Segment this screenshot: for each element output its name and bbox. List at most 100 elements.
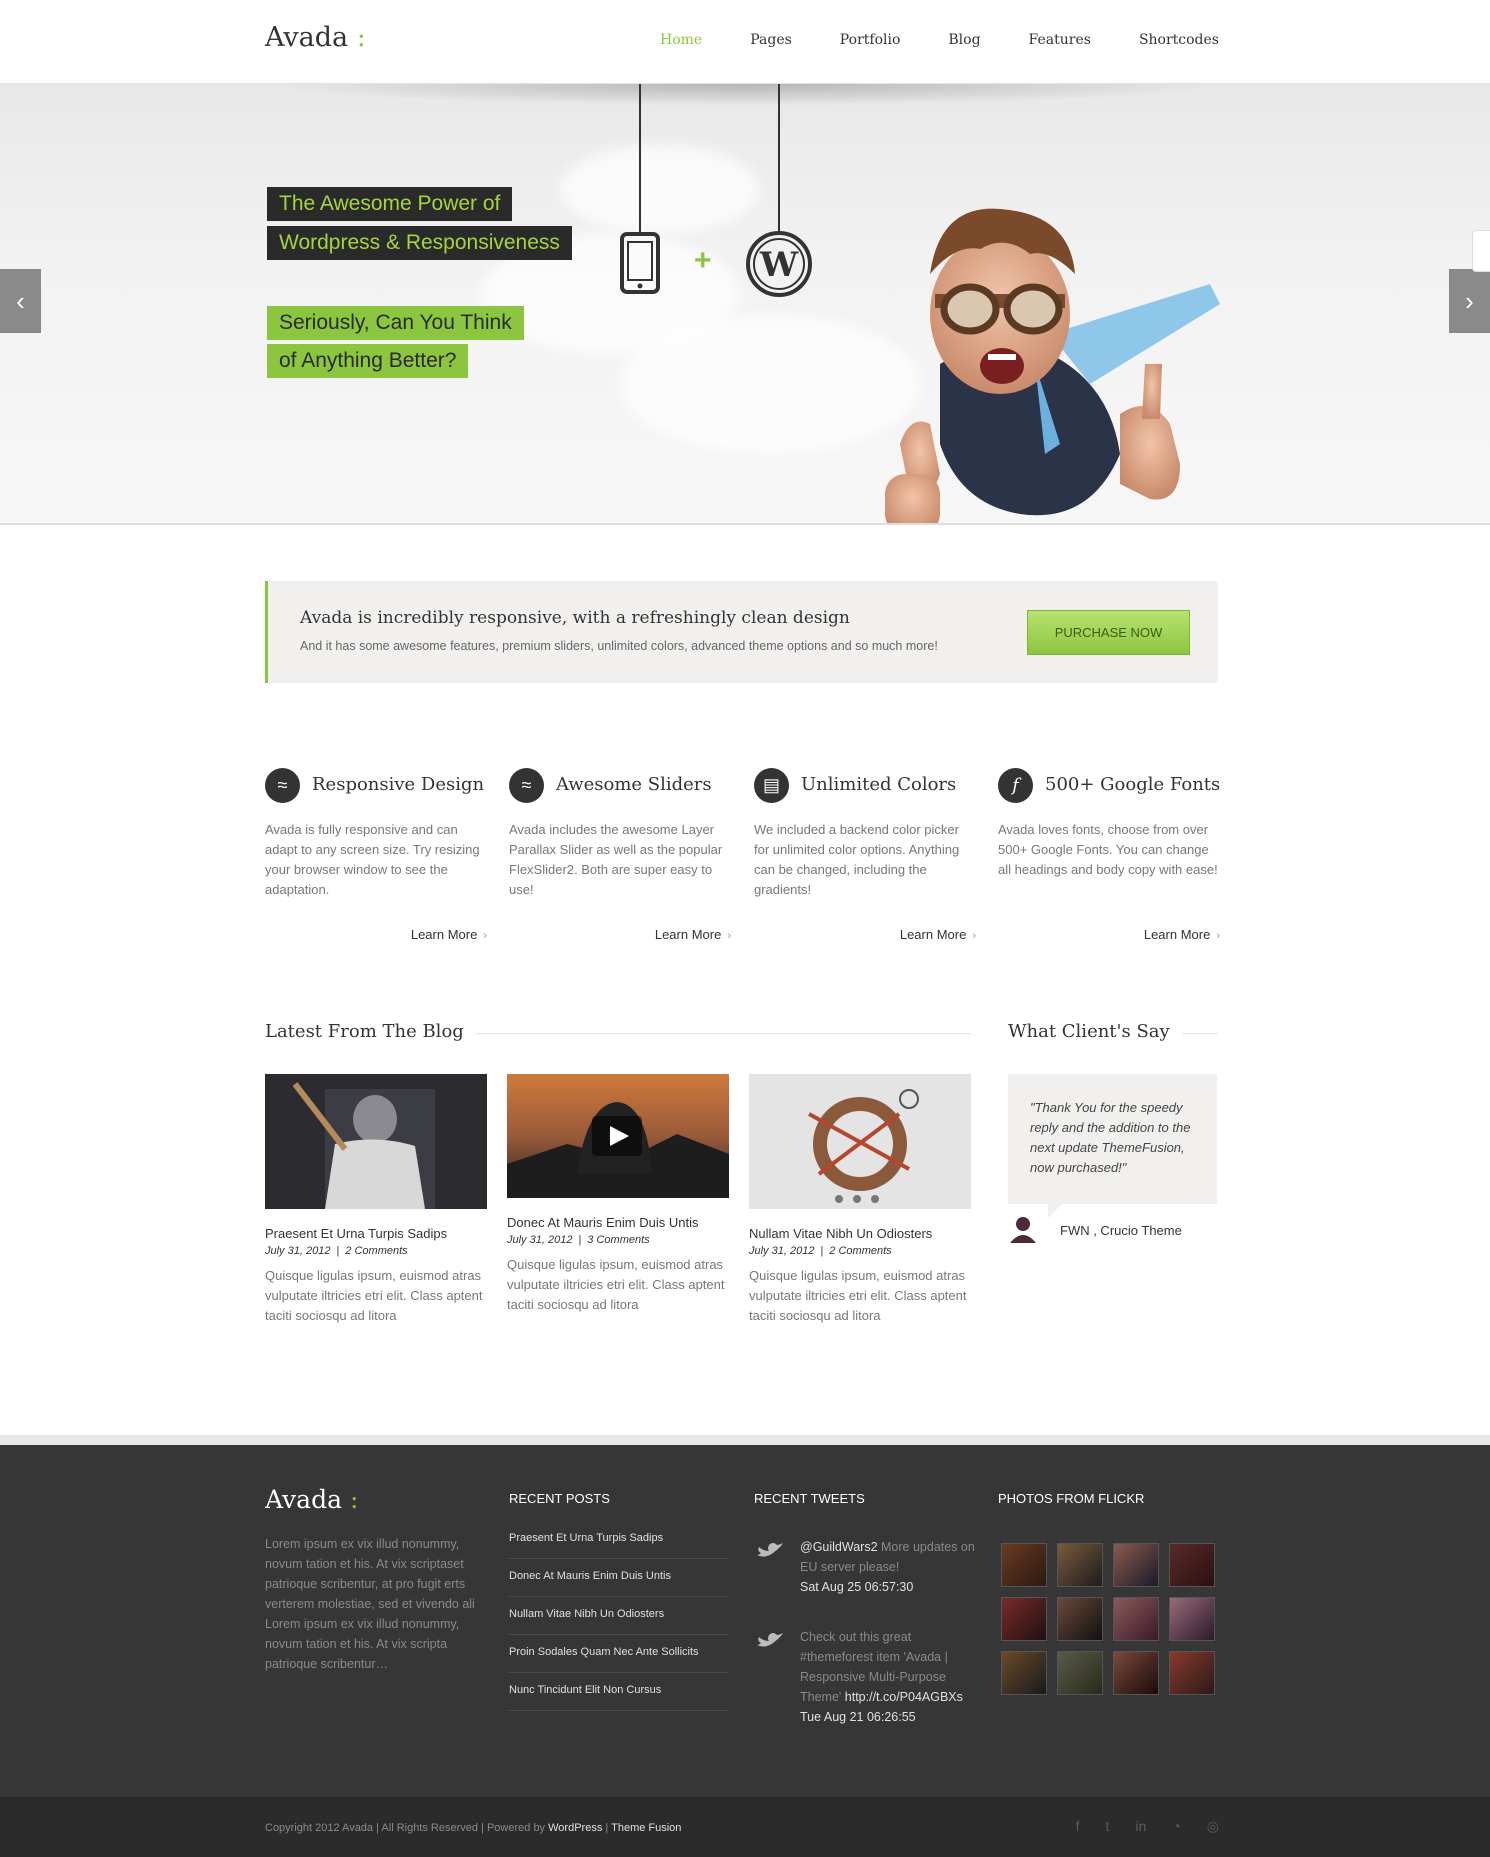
- promo-callout: Avada is incredibly responsive, with a r…: [265, 581, 1218, 683]
- dribbble-icon[interactable]: ◎: [1207, 1818, 1219, 1835]
- feature-text: Avada is fully responsive and can adapt …: [265, 822, 480, 897]
- tweet-time[interactable]: Sat Aug 25 06:57:30: [800, 1580, 913, 1594]
- post-meta: July 31, 2012 | 3 Comments: [507, 1234, 729, 1246]
- flickr-photo[interactable]: [1113, 1597, 1159, 1641]
- feature-title: Unlimited Colors: [801, 774, 957, 795]
- flickr-photo[interactable]: [1057, 1651, 1103, 1695]
- tweet-link[interactable]: http://t.co/P04AGBXs: [845, 1690, 963, 1704]
- learn-more-link[interactable]: Learn More ›: [1144, 927, 1220, 942]
- post-title[interactable]: Praesent Et Urna Turpis Sadips: [265, 1226, 487, 1241]
- cloud: [560, 144, 760, 234]
- flickr-photo[interactable]: [1001, 1597, 1047, 1641]
- post-video-thumbnail[interactable]: [507, 1074, 729, 1198]
- meta-separator: |: [336, 1245, 340, 1257]
- feature-title: Responsive Design: [312, 774, 485, 795]
- footer-about: Lorem ipsum ex vix illud nonummy, novum …: [265, 1537, 475, 1671]
- header-shadow: [265, 84, 1225, 106]
- feature-text: Avada loves fonts, choose from over 500+…: [998, 822, 1218, 877]
- tweet-text: Check out this great #themeforest item '…: [800, 1627, 980, 1727]
- post-comments[interactable]: 2 Comments: [345, 1245, 407, 1257]
- copyright-bar: Copyright 2012 Avada | All Rights Reserv…: [0, 1797, 1490, 1857]
- nav-shortcodes[interactable]: Shortcodes: [1139, 32, 1219, 48]
- slider-next-button[interactable]: ›: [1449, 269, 1490, 333]
- feature-text: Avada includes the awesome Layer Paralla…: [509, 822, 723, 897]
- flickr-photo[interactable]: [1113, 1651, 1159, 1695]
- wordpress-link[interactable]: WordPress: [548, 1822, 602, 1834]
- twitter-icon[interactable]: t: [1106, 1818, 1110, 1835]
- copyright-prefix: Copyright 2012 Avada | All Rights Reserv…: [265, 1822, 546, 1834]
- side-panel-tab[interactable]: [1472, 230, 1490, 272]
- main-nav: Home Pages Portfolio Blog Features Short…: [612, 32, 1219, 48]
- plus-sign: +: [694, 244, 712, 277]
- learn-more-link[interactable]: Learn More ›: [655, 927, 731, 942]
- logo-mark: :: [356, 22, 366, 53]
- post-thumbnail[interactable]: [265, 1074, 487, 1209]
- recent-post-link[interactable]: Nullam Vitae Nibh Un Odiosters: [509, 1597, 729, 1635]
- callout-title: Avada is incredibly responsive, with a r…: [300, 608, 850, 628]
- facebook-icon[interactable]: f: [1076, 1818, 1080, 1835]
- post-title[interactable]: Donec At Mauris Enim Duis Untis: [507, 1215, 729, 1230]
- feature-title: 500+ Google Fonts: [1045, 774, 1221, 795]
- tweet-handle[interactable]: @GuildWars2: [800, 1540, 878, 1554]
- recent-tweets-title: RECENT TWEETS: [754, 1491, 865, 1506]
- recent-post-link[interactable]: Proin Sodales Quam Nec Ante Sollicits: [509, 1635, 729, 1673]
- flickr-photo[interactable]: [1169, 1543, 1215, 1587]
- logo-text: Avada: [265, 1485, 342, 1514]
- slider-prev-button[interactable]: ‹: [0, 269, 41, 333]
- flickr-title: PHOTOS FROM FLICKR: [998, 1491, 1145, 1506]
- linkedin-icon[interactable]: in: [1135, 1818, 1146, 1835]
- blog-post: Donec At Mauris Enim Duis Untis July 31,…: [507, 1074, 729, 1315]
- testimonial-author: FWN , Crucio Theme: [1008, 1215, 1182, 1245]
- flickr-photo[interactable]: [1169, 1651, 1215, 1695]
- phone-icon: [620, 232, 660, 299]
- nav-blog[interactable]: Blog: [948, 32, 980, 48]
- flickr-photo[interactable]: [1169, 1597, 1215, 1641]
- twitter-bird-icon: [757, 1543, 783, 1557]
- post-date: July 31, 2012: [507, 1234, 573, 1246]
- flickr-photo[interactable]: [1113, 1543, 1159, 1587]
- chevron-right-icon: ›: [1465, 285, 1474, 316]
- site-logo[interactable]: Avada :: [265, 22, 366, 53]
- chevron-left-icon: ‹: [16, 285, 25, 316]
- recent-posts-list: Praesent Et Urna Turpis Sadips Donec At …: [509, 1521, 729, 1711]
- learn-more-label: Learn More: [410, 927, 478, 942]
- flickr-photo[interactable]: [1001, 1651, 1047, 1695]
- slide-caption-3: Seriously, Can You Think: [267, 306, 524, 340]
- nav-features[interactable]: Features: [1029, 32, 1091, 48]
- learn-more-label: Learn More: [1143, 927, 1211, 942]
- learn-more-label: Learn More: [654, 927, 722, 942]
- logo-mark: :: [349, 1485, 359, 1514]
- rss-icon[interactable]: ◔: [1172, 1818, 1180, 1835]
- flickr-photo[interactable]: [1057, 1543, 1103, 1587]
- tweet-time[interactable]: Tue Aug 21 06:26:55: [800, 1710, 916, 1724]
- nav-pages[interactable]: Pages: [750, 32, 792, 48]
- slide-caption-1: The Awesome Power of: [267, 187, 513, 221]
- post-title[interactable]: Nullam Vitae Nibh Un Odiosters: [749, 1226, 971, 1241]
- learn-more-link[interactable]: Learn More ›: [411, 927, 487, 942]
- purchase-now-button[interactable]: PURCHASE NOW: [1027, 610, 1190, 655]
- learn-more-link[interactable]: Learn More ›: [900, 927, 976, 942]
- recent-post-link[interactable]: Donec At Mauris Enim Duis Untis: [509, 1559, 729, 1597]
- nav-home[interactable]: Home: [660, 32, 702, 48]
- user-icon: [1010, 1217, 1036, 1243]
- flickr-photo-grid: [1001, 1543, 1221, 1695]
- post-meta: July 31, 2012 | 2 Comments: [749, 1245, 971, 1257]
- nav-portfolio[interactable]: Portfolio: [840, 32, 901, 48]
- recent-post-link[interactable]: Praesent Et Urna Turpis Sadips: [509, 1521, 729, 1559]
- site-footer: Avada : Lorem ipsum ex vix illud nonummy…: [0, 1445, 1490, 1797]
- post-comments[interactable]: 3 Comments: [587, 1234, 649, 1246]
- logo-text: Avada: [265, 22, 349, 53]
- post-date: July 31, 2012: [749, 1245, 815, 1257]
- recent-post-link[interactable]: Nunc Tincidunt Elit Non Cursus: [509, 1673, 729, 1711]
- slide-caption-4: of Anything Better?: [267, 344, 469, 378]
- flickr-photo[interactable]: [1001, 1543, 1047, 1587]
- post-comments[interactable]: 2 Comments: [829, 1245, 891, 1257]
- post-thumbnail[interactable]: [749, 1074, 971, 1209]
- themefusion-link[interactable]: Theme Fusion: [611, 1822, 681, 1834]
- colors-icon: ▤: [754, 768, 789, 803]
- flickr-photo[interactable]: [1057, 1597, 1103, 1641]
- chevron-right-icon: ›: [1216, 930, 1220, 942]
- footer-logo[interactable]: Avada :: [265, 1485, 358, 1514]
- post-meta: July 31, 2012 | 2 Comments: [265, 1245, 487, 1257]
- hanging-wire: [778, 84, 780, 234]
